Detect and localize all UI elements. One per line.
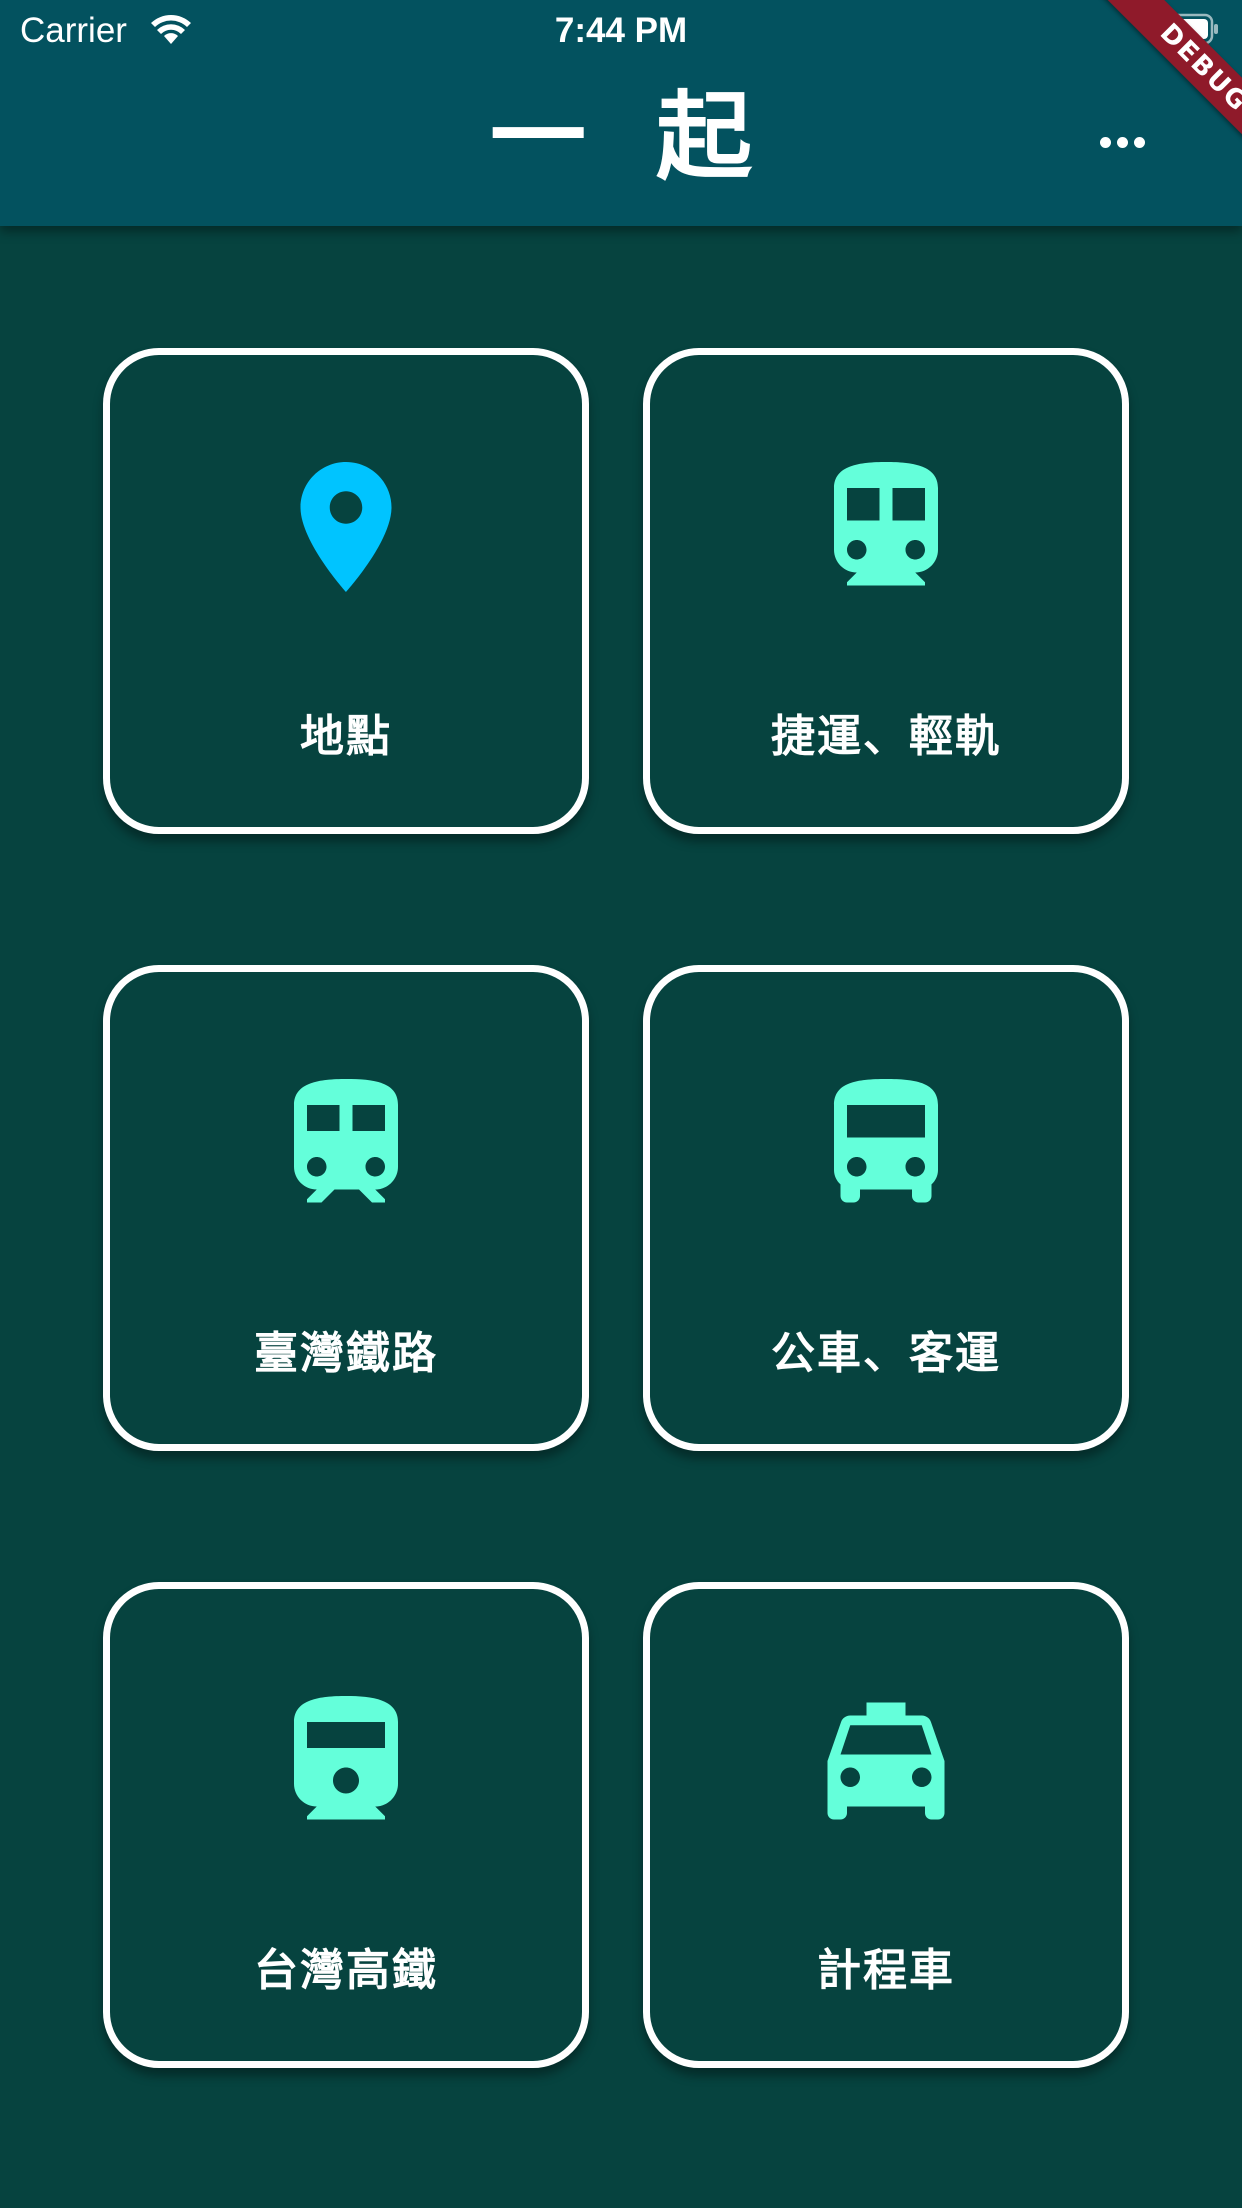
high-speed-rail-icon <box>294 1696 398 1820</box>
location-pin-icon <box>300 462 392 592</box>
status-time: 7:44 PM <box>554 11 688 50</box>
tile-label: 臺灣鐵路 <box>254 1328 438 1379</box>
battery-icon <box>1152 13 1218 45</box>
high-speed-rail-tile[interactable]: 台灣高鐵 <box>103 1582 589 2068</box>
subway-icon <box>834 462 938 586</box>
tile-label: 地點 <box>300 711 392 762</box>
taxi-tile[interactable]: 計程車 <box>643 1582 1129 2068</box>
more-options-button[interactable] <box>1086 112 1158 172</box>
bus-icon <box>834 1079 938 1203</box>
more-horizontal-icon-dot <box>1133 136 1145 148</box>
more-horizontal-icon-dot <box>1099 136 1111 148</box>
tile-label: 公車、客運 <box>771 1328 1001 1379</box>
tile-label: 計程車 <box>817 1945 955 1996</box>
tile-label: 台灣高鐵 <box>254 1945 438 1996</box>
bus-tile[interactable]: 公車、客運 <box>643 965 1129 1451</box>
location-tile[interactable]: 地點 <box>103 348 589 834</box>
app-bar: Carrier 7:44 PM 一起 <box>0 0 1242 226</box>
train-icon <box>294 1079 398 1203</box>
train-tile[interactable]: 臺灣鐵路 <box>103 965 589 1451</box>
more-horizontal-icon-dot <box>1116 136 1128 148</box>
tile-label: 捷運、輕軌 <box>771 711 1001 762</box>
status-bar: Carrier 7:44 PM <box>0 0 1242 62</box>
taxi-icon <box>827 1702 945 1820</box>
subway-tile[interactable]: 捷運、輕軌 <box>643 348 1129 834</box>
page-title: 一起 <box>490 81 822 193</box>
